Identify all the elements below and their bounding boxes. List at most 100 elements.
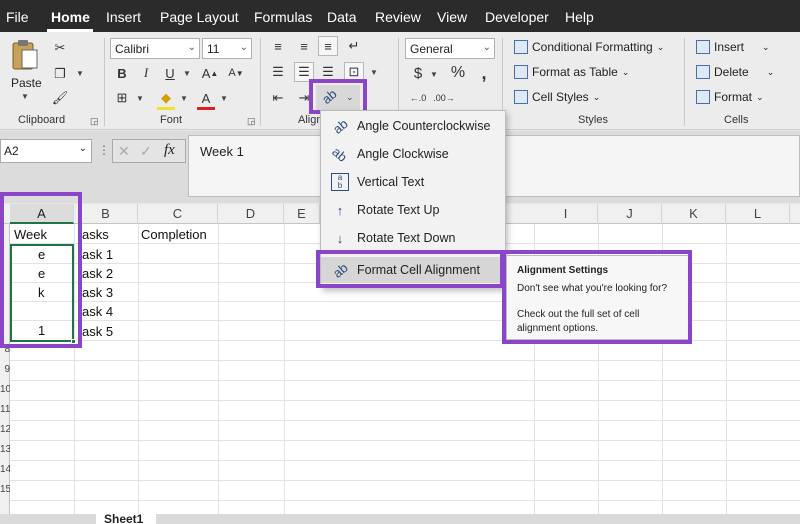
- gridline: [284, 224, 285, 524]
- tab-developer[interactable]: Developer: [485, 9, 549, 25]
- insert-button[interactable]: Insert ⌄: [696, 40, 770, 54]
- tab-formulas[interactable]: Formulas: [254, 9, 312, 25]
- format-button[interactable]: Format ⌄: [696, 90, 764, 104]
- row-number[interactable]: 12: [0, 424, 10, 435]
- cut-icon[interactable]: ✂: [50, 38, 70, 58]
- column-header-c[interactable]: C: [138, 204, 218, 224]
- menu-item-vertical-text[interactable]: ab Vertical Text: [321, 169, 507, 195]
- conditional-formatting-button[interactable]: Conditional Formatting ⌄: [514, 40, 664, 54]
- underline-dropdown-icon[interactable]: ▼: [183, 69, 191, 78]
- cell-b1[interactable]: asks: [82, 227, 109, 242]
- cancel-icon[interactable]: ✕: [118, 143, 130, 160]
- fill-color-dropdown-icon[interactable]: ▼: [180, 94, 188, 103]
- enter-icon[interactable]: ✓: [140, 143, 152, 160]
- styles-group-label: Styles: [578, 114, 608, 126]
- font-launcher-icon[interactable]: ◲: [247, 116, 256, 127]
- menu-item-label: Angle Counterclockwise: [357, 119, 491, 133]
- row-number[interactable]: 11: [0, 404, 10, 415]
- bottom-align-icon[interactable]: ≡: [318, 36, 338, 56]
- font-size-select[interactable]: 11 ⌄: [202, 38, 252, 59]
- menu-item-angle-counterclockwise[interactable]: ab Angle Counterclockwise: [321, 113, 507, 139]
- font-color-dropdown-icon[interactable]: ▼: [220, 94, 228, 103]
- group-separator: [260, 38, 261, 126]
- borders-icon[interactable]: ⊞: [112, 88, 132, 108]
- tab-file[interactable]: File: [6, 9, 29, 25]
- align-left-icon[interactable]: ☰: [268, 62, 288, 82]
- column-header-j[interactable]: J: [598, 204, 662, 224]
- top-align-icon[interactable]: ≡: [268, 36, 288, 56]
- chevron-down-icon: ⌄: [239, 42, 248, 53]
- format-as-table-button[interactable]: Format as Table ⌄: [514, 65, 629, 79]
- column-header-d[interactable]: D: [218, 204, 284, 224]
- column-header-l[interactable]: L: [726, 204, 790, 224]
- tab-data[interactable]: Data: [327, 9, 357, 25]
- font-group-label: Font: [160, 114, 183, 126]
- menu-item-label: Rotate Text Up: [357, 203, 440, 217]
- column-header-k[interactable]: K: [662, 204, 726, 224]
- cell-b6[interactable]: ask 5: [82, 324, 113, 339]
- row-number[interactable]: 9: [0, 364, 10, 375]
- angle-clockwise-icon: ab: [329, 143, 351, 165]
- paste-button[interactable]: [10, 38, 42, 74]
- underline-button[interactable]: U: [160, 63, 180, 83]
- name-box[interactable]: A2 ⌄: [0, 139, 92, 163]
- font-size-value: 11: [207, 42, 220, 56]
- tab-view[interactable]: View: [437, 9, 467, 25]
- column-header-i[interactable]: I: [534, 204, 598, 224]
- middle-align-icon[interactable]: ≡: [294, 36, 314, 56]
- cell-b4[interactable]: ask 3: [82, 285, 113, 300]
- tab-help[interactable]: Help: [565, 9, 594, 25]
- copy-icon[interactable]: ❐: [50, 64, 70, 84]
- font-name-select[interactable]: Calibri ⌄: [110, 38, 200, 59]
- vertical-text-icon: ab: [331, 173, 349, 191]
- row-number[interactable]: 14: [0, 464, 10, 475]
- cell-styles-button[interactable]: Cell Styles ⌄: [514, 90, 600, 104]
- format-painter-icon[interactable]: 🖌: [50, 88, 70, 108]
- increase-font-icon[interactable]: A ▲: [200, 63, 220, 83]
- merge-dropdown-icon[interactable]: ▼: [370, 68, 378, 77]
- tab-home[interactable]: Home: [51, 9, 90, 25]
- number-format-select[interactable]: General ⌄: [405, 38, 495, 59]
- borders-dropdown-icon[interactable]: ▼: [136, 94, 144, 103]
- decrease-indent-icon[interactable]: ⇤: [268, 88, 288, 108]
- format-as-table-icon: [514, 65, 528, 79]
- row-number[interactable]: 10: [0, 384, 10, 395]
- angle-counterclockwise-icon: ab: [329, 115, 351, 137]
- currency-button[interactable]: $: [408, 63, 428, 83]
- tab-review[interactable]: Review: [375, 9, 421, 25]
- wrap-text-icon[interactable]: ↵: [344, 36, 364, 56]
- column-header-b[interactable]: B: [74, 204, 138, 224]
- delete-button[interactable]: Delete ⌄: [696, 65, 774, 79]
- cell-b3[interactable]: ask 2: [82, 266, 113, 281]
- comma-button[interactable]: ,: [474, 63, 494, 83]
- row-number[interactable]: 15: [0, 484, 10, 495]
- chevron-down-icon: ⌄: [187, 42, 196, 53]
- chevron-down-icon: ⌄: [621, 66, 630, 77]
- cell-c1[interactable]: Completion: [141, 227, 207, 242]
- copy-dropdown-icon[interactable]: ▼: [76, 69, 84, 78]
- decrease-decimal-icon[interactable]: .00→: [433, 88, 455, 108]
- bold-button[interactable]: B: [112, 63, 132, 83]
- paste-dropdown-icon[interactable]: ▼: [21, 92, 29, 101]
- tab-insert[interactable]: Insert: [106, 9, 141, 25]
- more-icon[interactable]: ⋮: [98, 143, 110, 157]
- italic-button[interactable]: I: [136, 63, 156, 83]
- cell-b5[interactable]: ask 4: [82, 304, 113, 319]
- increase-decimal-icon[interactable]: ←.0: [408, 88, 428, 108]
- decrease-font-icon[interactable]: A ▼: [226, 63, 246, 83]
- font-color-icon[interactable]: A: [196, 88, 216, 108]
- insert-function-icon[interactable]: fx: [164, 142, 175, 159]
- cell-b2[interactable]: ask 1: [82, 247, 113, 262]
- fill-color-icon[interactable]: ◆: [156, 88, 176, 108]
- menu-item-rotate-text-up[interactable]: ↑ Rotate Text Up: [321, 197, 507, 223]
- menu-item-angle-clockwise[interactable]: ab Angle Clockwise: [321, 141, 507, 167]
- percent-button[interactable]: %: [448, 63, 468, 83]
- menu-item-rotate-text-down[interactable]: ↓ Rotate Text Down: [321, 225, 507, 251]
- gridline: [10, 360, 800, 361]
- row-number[interactable]: 13: [0, 444, 10, 455]
- column-header-e[interactable]: E: [284, 204, 320, 224]
- clipboard-launcher-icon[interactable]: ◲: [90, 116, 99, 127]
- tab-page-layout[interactable]: Page Layout: [160, 9, 239, 25]
- currency-dropdown-icon[interactable]: ▼: [430, 70, 438, 79]
- sheet-tab[interactable]: Sheet1: [96, 514, 156, 524]
